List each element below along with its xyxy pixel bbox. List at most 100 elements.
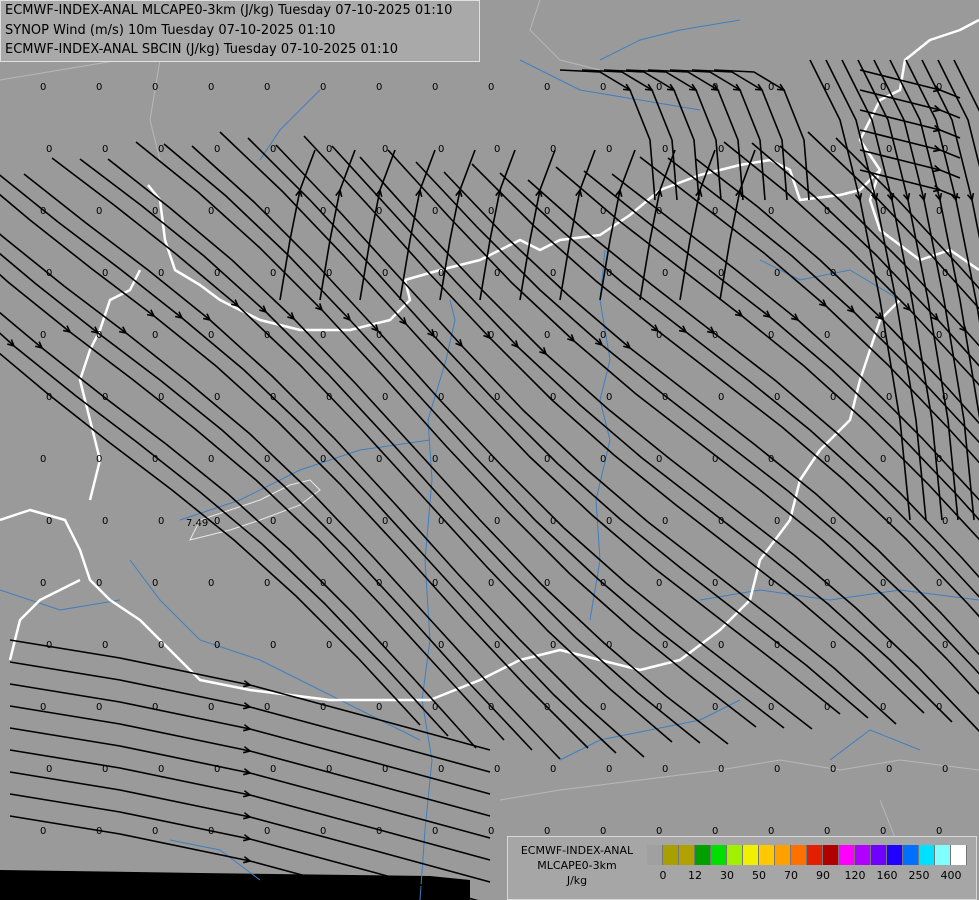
station-value: 0 bbox=[886, 392, 892, 403]
station-value: 0 bbox=[488, 206, 494, 217]
station-value: 0 bbox=[326, 640, 332, 651]
station-value: 0 bbox=[214, 392, 220, 403]
station-value: 0 bbox=[320, 330, 326, 341]
station-value: 0 bbox=[830, 144, 836, 155]
station-value: 0 bbox=[824, 330, 830, 341]
station-value: 0 bbox=[600, 454, 606, 465]
station-value: 0 bbox=[320, 702, 326, 713]
station-value: 0 bbox=[152, 330, 158, 341]
station-value: 0 bbox=[774, 392, 780, 403]
station-value: 0 bbox=[880, 82, 886, 93]
station-value: 0 bbox=[376, 330, 382, 341]
station-value: 0 bbox=[550, 516, 556, 527]
station-value: 0 bbox=[544, 82, 550, 93]
station-value: 0 bbox=[600, 206, 606, 217]
legend-title-model: ECMWF-INDEX-ANAL bbox=[520, 844, 634, 857]
station-value: 0 bbox=[40, 82, 46, 93]
station-value: 0 bbox=[550, 764, 556, 775]
station-value: 0 bbox=[376, 826, 382, 837]
station-value: 0 bbox=[942, 268, 948, 279]
station-value: 0 bbox=[376, 82, 382, 93]
station-value: 0 bbox=[320, 206, 326, 217]
station-value: 0 bbox=[600, 578, 606, 589]
station-value: 0 bbox=[550, 268, 556, 279]
station-value: 0 bbox=[824, 82, 830, 93]
station-value: 0 bbox=[606, 268, 612, 279]
station-value: 0 bbox=[768, 454, 774, 465]
station-value: 0 bbox=[880, 330, 886, 341]
legend-swatch bbox=[663, 845, 679, 865]
station-value: 0 bbox=[768, 206, 774, 217]
station-value: 0 bbox=[936, 454, 942, 465]
station-value: 0 bbox=[432, 206, 438, 217]
station-value: 0 bbox=[320, 826, 326, 837]
legend-tick-label: 90 bbox=[816, 869, 830, 882]
station-value: 0 bbox=[494, 640, 500, 651]
station-value: 0 bbox=[40, 826, 46, 837]
station-value: 0 bbox=[942, 144, 948, 155]
station-value: 0 bbox=[270, 516, 276, 527]
station-value: 0 bbox=[830, 516, 836, 527]
station-value: 0 bbox=[320, 454, 326, 465]
station-value: 0 bbox=[96, 578, 102, 589]
station-value: 0 bbox=[264, 578, 270, 589]
station-value: 0 bbox=[320, 82, 326, 93]
station-value: 0 bbox=[606, 640, 612, 651]
station-value: 0 bbox=[774, 516, 780, 527]
station-value: 0 bbox=[886, 516, 892, 527]
station-value: 0 bbox=[774, 144, 780, 155]
station-value: 0 bbox=[208, 702, 214, 713]
station-value: 0 bbox=[942, 516, 948, 527]
legend-tick-label: 50 bbox=[752, 869, 766, 882]
station-value: 0 bbox=[768, 578, 774, 589]
station-value: 0 bbox=[656, 454, 662, 465]
station-value: 0 bbox=[488, 330, 494, 341]
station-value: 0 bbox=[432, 82, 438, 93]
station-value: 0 bbox=[662, 516, 668, 527]
station-value: 0 bbox=[718, 516, 724, 527]
station-value: 0 bbox=[432, 454, 438, 465]
station-value: 0 bbox=[96, 826, 102, 837]
station-value: 0 bbox=[158, 392, 164, 403]
station-value: 0 bbox=[656, 330, 662, 341]
station-value: 0 bbox=[270, 764, 276, 775]
station-value: 0 bbox=[656, 578, 662, 589]
station-value: 0 bbox=[712, 454, 718, 465]
station-value: 0 bbox=[96, 82, 102, 93]
station-value: 0 bbox=[662, 640, 668, 651]
station-value: 0 bbox=[214, 144, 220, 155]
station-value: 0 bbox=[46, 640, 52, 651]
station-value: 0 bbox=[830, 764, 836, 775]
station-value: 0 bbox=[942, 640, 948, 651]
station-value: 0 bbox=[718, 144, 724, 155]
weather-map[interactable]: 7.49 0 0 0 0 0 0 0 0 0 0 0 0 0 0 0 0 0 0 0 0 0 0 0 0 0 0 0 0 0 0 0 0 0 0 0… bbox=[0, 0, 979, 900]
station-value: 0 bbox=[606, 392, 612, 403]
station-value: 0 bbox=[606, 516, 612, 527]
station-value: 0 bbox=[774, 268, 780, 279]
station-value: 0 bbox=[936, 702, 942, 713]
station-value: 0 bbox=[264, 826, 270, 837]
station-value: 0 bbox=[488, 82, 494, 93]
station-value: 0 bbox=[46, 764, 52, 775]
station-value: 0 bbox=[712, 578, 718, 589]
station-value: 0 bbox=[886, 144, 892, 155]
station-value: 0 bbox=[606, 764, 612, 775]
station-value: 0 bbox=[376, 206, 382, 217]
station-value: 0 bbox=[152, 702, 158, 713]
station-value: 0 bbox=[488, 826, 494, 837]
station-value: 0 bbox=[46, 516, 52, 527]
station-value: 0 bbox=[936, 578, 942, 589]
legend-tick-label: 30 bbox=[720, 869, 734, 882]
station-value: 0 bbox=[326, 392, 332, 403]
station-value: 0 bbox=[432, 702, 438, 713]
station-value: 0 bbox=[326, 144, 332, 155]
legend-swatch bbox=[775, 845, 791, 865]
legend-tick-label: 70 bbox=[784, 869, 798, 882]
station-value: 0 bbox=[656, 82, 662, 93]
station-value: 0 bbox=[544, 206, 550, 217]
station-value: 0 bbox=[376, 578, 382, 589]
legend-swatch bbox=[871, 845, 887, 865]
station-value: 0 bbox=[214, 268, 220, 279]
station-value: 0 bbox=[718, 640, 724, 651]
header-line-wind: SYNOP Wind (m/s) 10m Tuesday 07-10-2025 … bbox=[5, 22, 336, 38]
